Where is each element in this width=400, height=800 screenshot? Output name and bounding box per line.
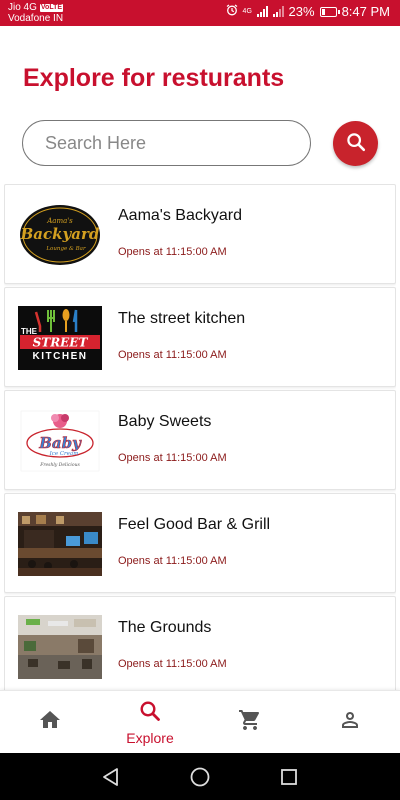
- carrier-secondary: Vodafone IN: [8, 13, 64, 24]
- screen: Jio 4G VoLTE Vodafone IN 4G 23% 8:47 PM …: [0, 0, 400, 800]
- system-nav-bar: [0, 753, 400, 800]
- baby-logo-main: Baby: [38, 434, 82, 452]
- home-circle-icon[interactable]: [189, 766, 211, 788]
- baby-logo-tag: Freshly Delicious: [39, 462, 80, 468]
- restaurant-card[interactable]: The Grounds Opens at 11:15:00 AM: [4, 596, 396, 690]
- backyard-logo-top: Aama's: [46, 217, 73, 225]
- carrier-primary: Jio 4G: [8, 2, 37, 13]
- baby-logo-sub: Ice Cream: [49, 451, 79, 457]
- backyard-logo-sub: Lounge & Bar: [45, 246, 86, 252]
- street-logo-main: STREET: [33, 336, 89, 350]
- baby-sweets-logo: Baby Ice Cream Freshly Delicious: [18, 409, 102, 473]
- status-bar: Jio 4G VoLTE Vodafone IN 4G 23% 8:47 PM: [0, 0, 400, 26]
- street-logo-kitchen: KITCHEN: [33, 351, 88, 362]
- battery-icon: [319, 6, 340, 17]
- backyard-logo-main: Backyard: [20, 225, 100, 243]
- restaurant-name: Baby Sweets: [118, 413, 212, 430]
- search-button[interactable]: [333, 121, 378, 166]
- nav-profile[interactable]: [300, 691, 400, 754]
- page-title: Explore for resturants: [23, 64, 285, 92]
- restaurant-card[interactable]: Feel Good Bar & Grill Opens at 11:15:00 …: [4, 493, 396, 593]
- restaurant-card[interactable]: Aama's Backyard Lounge & Bar Aama's Back…: [4, 184, 396, 284]
- signal-strength-icon-2: [272, 6, 284, 17]
- backyard-logo: Aama's Backyard Lounge & Bar: [18, 203, 102, 267]
- home-icon: [38, 708, 62, 737]
- alarm-icon: [226, 4, 238, 19]
- restaurant-hours: Opens at 11:15:00 AM: [118, 246, 227, 258]
- restaurant-card[interactable]: Baby Ice Cream Freshly Delicious Baby Sw…: [4, 390, 396, 490]
- nav-explore[interactable]: Explore: [100, 691, 200, 754]
- restaurant-name: The street kitchen: [118, 310, 246, 327]
- volte-badge: VoLTE: [39, 3, 64, 12]
- carrier-info: Jio 4G VoLTE Vodafone IN: [8, 2, 64, 24]
- restaurant-card[interactable]: THE STREET KITCHEN The street kitchen Op…: [4, 287, 396, 387]
- search-icon: [345, 131, 367, 156]
- restaurant-name: Aama's Backyard: [118, 207, 242, 224]
- nav-home[interactable]: [0, 691, 100, 754]
- back-triangle-icon[interactable]: [100, 766, 122, 788]
- search-icon: [138, 699, 162, 728]
- status-icons: 4G 23% 8:47 PM: [226, 4, 390, 19]
- restaurant-hours: Opens at 11:15:00 AM: [118, 658, 227, 670]
- cart-icon: [238, 708, 262, 737]
- nav-cart[interactable]: [200, 691, 300, 754]
- restaurant-hours: Opens at 11:15:00 AM: [118, 349, 227, 361]
- signal-strength-icon-1: [256, 6, 268, 17]
- restaurant-name: The Grounds: [118, 619, 212, 636]
- restaurant-hours: Opens at 11:15:00 AM: [118, 555, 227, 567]
- restaurant-hours: Opens at 11:15:00 AM: [118, 452, 227, 464]
- search-input[interactable]: [22, 120, 311, 166]
- bar-interior-photo: [18, 512, 102, 576]
- recents-square-icon[interactable]: [278, 766, 300, 788]
- battery-percent: 23%: [288, 4, 315, 19]
- nav-explore-label: Explore: [126, 730, 174, 746]
- street-kitchen-logo: THE STREET KITCHEN: [18, 306, 102, 370]
- restaurant-name: Feel Good Bar & Grill: [118, 516, 271, 533]
- restaurant-list[interactable]: Aama's Backyard Lounge & Bar Aama's Back…: [4, 184, 396, 690]
- bottom-nav: Explore: [0, 690, 400, 753]
- network-type-4g: 4G: [243, 8, 252, 15]
- restaurant-interior-photo: [18, 615, 102, 679]
- clock: 8:47 PM: [341, 4, 390, 19]
- network-type-label: 4G: [242, 8, 252, 15]
- person-icon: [338, 708, 362, 737]
- battery-fill: [321, 8, 326, 15]
